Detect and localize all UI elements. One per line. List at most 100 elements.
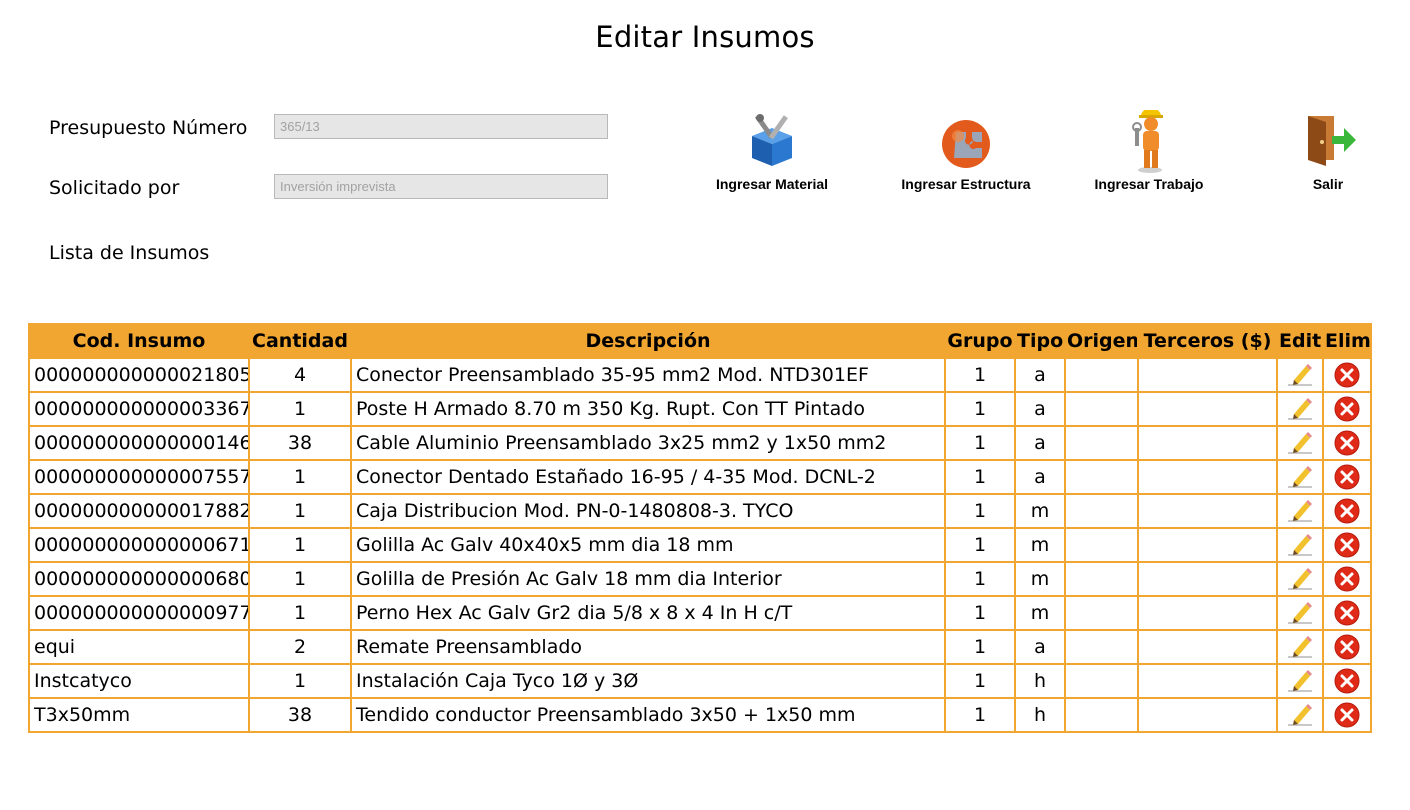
delete-x-icon: [1334, 634, 1360, 660]
cantidad-cell: 1: [248, 663, 352, 699]
cantidad-cell: 1: [248, 391, 352, 427]
delete-button[interactable]: [1322, 629, 1372, 665]
pencil-icon: [1288, 670, 1312, 692]
tipo-cell: m: [1014, 561, 1066, 597]
delete-button[interactable]: [1322, 391, 1372, 427]
tipo-cell: a: [1014, 629, 1066, 665]
terceros-cell: [1137, 561, 1278, 597]
table-header-row: Cod. Insumo Cantidad Descripción Grupo Tipo O…: [28, 323, 1372, 359]
table-row: 000000000000003367 1 Poste H Armado 8.70 m…: [28, 391, 1372, 427]
delete-button[interactable]: [1322, 663, 1372, 699]
descripcion-cell: Golilla Ac Galv 40x40x5 mm dia 18 mm: [350, 527, 946, 563]
ingresar-trabajo-label: Ingresar Trabajo: [1094, 176, 1204, 192]
grupo-cell: 1: [944, 595, 1016, 631]
edit-button[interactable]: [1276, 391, 1324, 427]
edit-button[interactable]: [1276, 425, 1324, 461]
table-row: 000000000000007557 1 Conector Dentado Esta…: [28, 459, 1372, 495]
ingresar-trabajo-button[interactable]: Ingresar Trabajo: [1087, 110, 1211, 192]
page-title: Editar Insumos: [595, 20, 815, 54]
cod-cell: 000000000000017882: [28, 493, 250, 529]
pencil-icon: [1288, 432, 1312, 454]
grupo-cell: 1: [944, 459, 1016, 495]
delete-button[interactable]: [1322, 527, 1372, 563]
delete-x-icon: [1334, 430, 1360, 456]
pencil-icon: [1288, 636, 1312, 658]
terceros-cell: [1137, 493, 1278, 529]
descripcion-cell: Perno Hex Ac Galv Gr2 dia 5/8 x 8 x 4 In…: [350, 595, 946, 631]
terceros-cell: [1137, 425, 1278, 461]
col-edit-header: Edit: [1276, 323, 1324, 359]
delete-x-icon: [1334, 566, 1360, 592]
edit-button[interactable]: [1276, 527, 1324, 563]
pencil-icon: [1288, 398, 1312, 420]
cantidad-cell: 4: [248, 357, 352, 393]
origen-cell: [1064, 357, 1139, 393]
delete-x-icon: [1334, 532, 1360, 558]
descripcion-cell: Poste H Armado 8.70 m 350 Kg. Rupt. Con …: [350, 391, 946, 427]
delete-x-icon: [1334, 600, 1360, 626]
ingresar-estructura-button[interactable]: Ingresar Estructura: [893, 110, 1039, 192]
exit-door-icon: [1308, 116, 1356, 166]
solicitado-field[interactable]: Inversión imprevista: [274, 174, 608, 199]
delete-x-icon: [1334, 396, 1360, 422]
origen-cell: [1064, 595, 1139, 631]
origen-cell: [1064, 459, 1139, 495]
pencil-icon: [1288, 704, 1312, 726]
edit-button[interactable]: [1276, 663, 1324, 699]
edit-button[interactable]: [1276, 697, 1324, 733]
insumos-table: Cod. Insumo Cantidad Descripción Grupo Tipo O…: [28, 323, 1372, 733]
col-elim-header: Elim: [1322, 323, 1372, 359]
edit-button[interactable]: [1276, 629, 1324, 665]
origen-cell: [1064, 527, 1139, 563]
tipo-cell: m: [1014, 493, 1066, 529]
edit-button[interactable]: [1276, 493, 1324, 529]
tipo-cell: m: [1014, 527, 1066, 563]
puzzle-sphere-icon: [942, 120, 990, 168]
worker-icon: [1132, 110, 1163, 173]
pencil-icon: [1288, 568, 1312, 590]
pencil-icon: [1288, 500, 1312, 522]
presupuesto-field[interactable]: 365/13: [274, 114, 608, 139]
col-origen-header: Origen: [1064, 323, 1139, 359]
terceros-cell: [1137, 527, 1278, 563]
cod-cell: 000000000000021805: [28, 357, 250, 393]
cantidad-cell: 38: [248, 697, 352, 733]
cod-cell: T3x50mm: [28, 697, 250, 733]
delete-button[interactable]: [1322, 493, 1372, 529]
grupo-cell: 1: [944, 663, 1016, 699]
lista-label: Lista de Insumos: [49, 242, 210, 264]
origen-cell: [1064, 663, 1139, 699]
delete-button[interactable]: [1322, 697, 1372, 733]
cod-cell: 000000000000000680: [28, 561, 250, 597]
table-row: 000000000000000977 1 Perno Hex Ac Galv Gr2…: [28, 595, 1372, 631]
delete-button[interactable]: [1322, 595, 1372, 631]
edit-button[interactable]: [1276, 561, 1324, 597]
delete-button[interactable]: [1322, 561, 1372, 597]
edit-button[interactable]: [1276, 595, 1324, 631]
table-row: Instcatyco 1 Instalación Caja Tyco 1Ø y 3Ø…: [28, 663, 1372, 699]
tipo-cell: a: [1014, 425, 1066, 461]
delete-button[interactable]: [1322, 459, 1372, 495]
tipo-cell: a: [1014, 391, 1066, 427]
grupo-cell: 1: [944, 357, 1016, 393]
presupuesto-label: Presupuesto Número: [49, 117, 248, 139]
table-row: 000000000000021805 4 Conector Preensamblad…: [28, 357, 1372, 393]
edit-button[interactable]: [1276, 357, 1324, 393]
delete-button[interactable]: [1322, 357, 1372, 393]
delete-x-icon: [1334, 668, 1360, 694]
cod-cell: Instcatyco: [28, 663, 250, 699]
col-cantidad-header: Cantidad: [248, 323, 352, 359]
edit-button[interactable]: [1276, 459, 1324, 495]
cod-cell: 000000000000003367: [28, 391, 250, 427]
ingresar-material-label: Ingresar Material: [715, 176, 829, 192]
tipo-cell: a: [1014, 357, 1066, 393]
ingresar-material-button[interactable]: Ingresar Material: [707, 110, 837, 192]
table-row: 000000000000000146 38 Cable Aluminio Preen…: [28, 425, 1372, 461]
cod-cell: 000000000000007557: [28, 459, 250, 495]
grupo-cell: 1: [944, 697, 1016, 733]
delete-x-icon: [1334, 464, 1360, 490]
col-cod-insumo-header: Cod. Insumo: [28, 323, 250, 359]
salir-button[interactable]: Salir: [1296, 110, 1360, 192]
delete-button[interactable]: [1322, 425, 1372, 461]
origen-cell: [1064, 629, 1139, 665]
